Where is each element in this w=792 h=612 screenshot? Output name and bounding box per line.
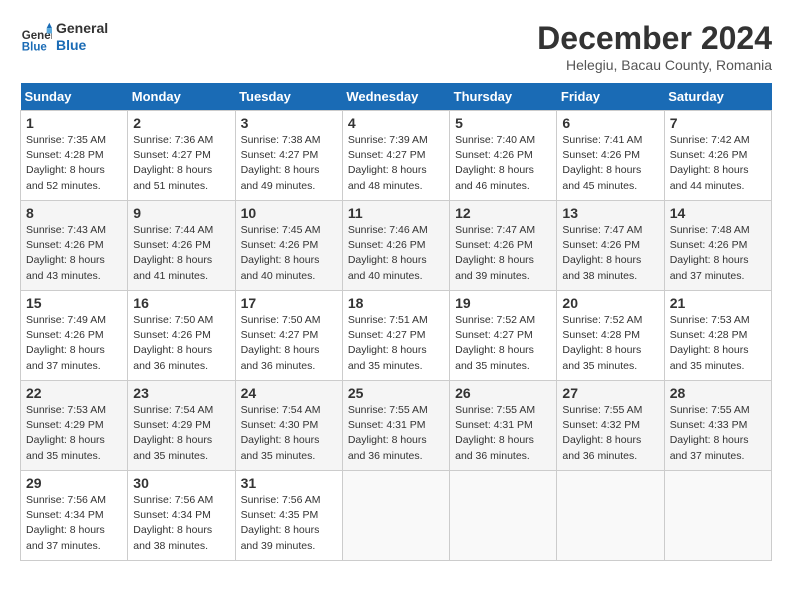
table-row: 7 Sunrise: 7:42 AMSunset: 4:26 PMDayligh…: [664, 111, 771, 201]
logo-line1: General: [56, 20, 108, 37]
table-row: 15 Sunrise: 7:49 AMSunset: 4:26 PMDaylig…: [21, 291, 128, 381]
table-row: 18 Sunrise: 7:51 AMSunset: 4:27 PMDaylig…: [342, 291, 449, 381]
logo-icon: General Blue: [20, 21, 52, 53]
calendar-header-row: Sunday Monday Tuesday Wednesday Thursday…: [21, 83, 772, 111]
title-block: December 2024 Helegiu, Bacau County, Rom…: [537, 20, 772, 73]
table-row: 8 Sunrise: 7:43 AMSunset: 4:26 PMDayligh…: [21, 201, 128, 291]
table-row: 24 Sunrise: 7:54 AMSunset: 4:30 PMDaylig…: [235, 381, 342, 471]
table-row: 31 Sunrise: 7:56 AMSunset: 4:35 PMDaylig…: [235, 471, 342, 561]
calendar-week-2: 8 Sunrise: 7:43 AMSunset: 4:26 PMDayligh…: [21, 201, 772, 291]
table-row: 23 Sunrise: 7:54 AMSunset: 4:29 PMDaylig…: [128, 381, 235, 471]
empty-cell: [342, 471, 449, 561]
col-saturday: Saturday: [664, 83, 771, 111]
empty-cell: [450, 471, 557, 561]
table-row: 12 Sunrise: 7:47 AMSunset: 4:26 PMDaylig…: [450, 201, 557, 291]
table-row: 6 Sunrise: 7:41 AMSunset: 4:26 PMDayligh…: [557, 111, 664, 201]
empty-cell: [664, 471, 771, 561]
table-row: 22 Sunrise: 7:53 AMSunset: 4:29 PMDaylig…: [21, 381, 128, 471]
calendar-week-5: 29 Sunrise: 7:56 AMSunset: 4:34 PMDaylig…: [21, 471, 772, 561]
table-row: 27 Sunrise: 7:55 AMSunset: 4:32 PMDaylig…: [557, 381, 664, 471]
table-row: 10 Sunrise: 7:45 AMSunset: 4:26 PMDaylig…: [235, 201, 342, 291]
logo-line2: Blue: [56, 37, 108, 54]
col-tuesday: Tuesday: [235, 83, 342, 111]
table-row: 9 Sunrise: 7:44 AMSunset: 4:26 PMDayligh…: [128, 201, 235, 291]
table-row: 3 Sunrise: 7:38 AMSunset: 4:27 PMDayligh…: [235, 111, 342, 201]
calendar-table: Sunday Monday Tuesday Wednesday Thursday…: [20, 83, 772, 561]
table-row: 2 Sunrise: 7:36 AMSunset: 4:27 PMDayligh…: [128, 111, 235, 201]
col-monday: Monday: [128, 83, 235, 111]
table-row: 21 Sunrise: 7:53 AMSunset: 4:28 PMDaylig…: [664, 291, 771, 381]
col-wednesday: Wednesday: [342, 83, 449, 111]
table-row: 28 Sunrise: 7:55 AMSunset: 4:33 PMDaylig…: [664, 381, 771, 471]
table-row: 16 Sunrise: 7:50 AMSunset: 4:26 PMDaylig…: [128, 291, 235, 381]
table-row: 11 Sunrise: 7:46 AMSunset: 4:26 PMDaylig…: [342, 201, 449, 291]
table-row: 17 Sunrise: 7:50 AMSunset: 4:27 PMDaylig…: [235, 291, 342, 381]
page-header: General Blue General Blue December 2024 …: [20, 20, 772, 73]
calendar-week-4: 22 Sunrise: 7:53 AMSunset: 4:29 PMDaylig…: [21, 381, 772, 471]
table-row: 29 Sunrise: 7:56 AMSunset: 4:34 PMDaylig…: [21, 471, 128, 561]
empty-cell: [557, 471, 664, 561]
table-row: 5 Sunrise: 7:40 AMSunset: 4:26 PMDayligh…: [450, 111, 557, 201]
col-friday: Friday: [557, 83, 664, 111]
table-row: 20 Sunrise: 7:52 AMSunset: 4:28 PMDaylig…: [557, 291, 664, 381]
table-row: 26 Sunrise: 7:55 AMSunset: 4:31 PMDaylig…: [450, 381, 557, 471]
logo: General Blue General Blue: [20, 20, 108, 54]
table-row: 1 Sunrise: 7:35 AMSunset: 4:28 PMDayligh…: [21, 111, 128, 201]
table-row: 14 Sunrise: 7:48 AMSunset: 4:26 PMDaylig…: [664, 201, 771, 291]
calendar-week-3: 15 Sunrise: 7:49 AMSunset: 4:26 PMDaylig…: [21, 291, 772, 381]
svg-text:Blue: Blue: [22, 41, 48, 53]
table-row: 19 Sunrise: 7:52 AMSunset: 4:27 PMDaylig…: [450, 291, 557, 381]
table-row: 25 Sunrise: 7:55 AMSunset: 4:31 PMDaylig…: [342, 381, 449, 471]
col-thursday: Thursday: [450, 83, 557, 111]
month-title: December 2024: [537, 20, 772, 57]
col-sunday: Sunday: [21, 83, 128, 111]
location: Helegiu, Bacau County, Romania: [537, 57, 772, 73]
calendar-week-1: 1 Sunrise: 7:35 AMSunset: 4:28 PMDayligh…: [21, 111, 772, 201]
table-row: 13 Sunrise: 7:47 AMSunset: 4:26 PMDaylig…: [557, 201, 664, 291]
table-row: 4 Sunrise: 7:39 AMSunset: 4:27 PMDayligh…: [342, 111, 449, 201]
table-row: 30 Sunrise: 7:56 AMSunset: 4:34 PMDaylig…: [128, 471, 235, 561]
